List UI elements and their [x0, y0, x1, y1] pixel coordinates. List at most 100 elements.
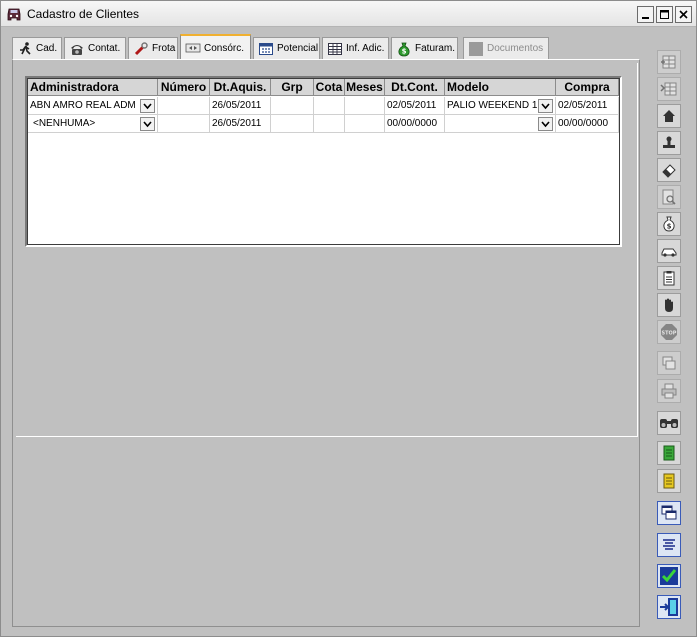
align-center-icon — [663, 539, 675, 550]
chevron-down-icon — [541, 120, 550, 127]
car-icon — [661, 248, 677, 257]
row2-modelo-dropdown[interactable] — [538, 117, 553, 131]
tab-cad-label: Cad. — [36, 43, 58, 54]
hand-icon — [665, 298, 673, 312]
money-bag-icon: $ — [663, 216, 675, 232]
windows-icon — [661, 505, 677, 520]
row2-compra[interactable]: 00/00/0000 — [556, 115, 619, 133]
copy-button[interactable] — [657, 351, 681, 375]
tab-faturam[interactable]: $ Faturam. — [391, 37, 458, 59]
row2-numero[interactable] — [158, 115, 210, 133]
tab-cad[interactable]: Cad. — [12, 37, 62, 59]
row1-cota[interactable] — [314, 97, 345, 115]
home-button[interactable] — [657, 104, 681, 128]
consortium-grid[interactable]: Administradora Número Dt.Aquis. Grp Cota… — [25, 76, 622, 247]
money-bag-icon: $ — [398, 42, 410, 56]
col-header-cota[interactable]: Cota — [314, 79, 345, 96]
row1-compra[interactable]: 02/05/2011 — [556, 97, 619, 115]
row1-numero[interactable] — [158, 97, 210, 115]
stop-button[interactable]: STOP — [657, 320, 681, 344]
row1-dt-cont[interactable]: 02/05/2011 — [385, 97, 445, 115]
row1-administradora[interactable]: ABN AMRO REAL ADM — [28, 97, 158, 115]
hand-button[interactable] — [657, 293, 681, 317]
money-bag-button[interactable]: $ — [657, 212, 681, 236]
add-row-button[interactable] — [657, 50, 681, 74]
tab-inf-adic[interactable]: Inf. Adic. — [322, 37, 389, 59]
exit-door-icon — [660, 598, 678, 616]
row2-meses[interactable] — [345, 115, 385, 133]
running-person-icon — [20, 41, 31, 55]
row1-grp[interactable] — [271, 97, 314, 115]
eraser-button[interactable] — [657, 158, 681, 182]
col-header-compra[interactable]: Compra — [556, 79, 619, 96]
maximize-button[interactable] — [656, 6, 673, 23]
tab-frota[interactable]: Frota — [128, 37, 178, 59]
window-title: Cadastro de Clientes — [27, 7, 140, 21]
chevron-down-icon — [143, 120, 152, 127]
add-row-icon — [661, 55, 676, 69]
grid-icon — [328, 42, 342, 55]
green-doc-button[interactable] — [657, 441, 681, 465]
insert-row-icon — [660, 82, 677, 96]
row1-modelo-dropdown[interactable] — [538, 99, 553, 113]
windows-button[interactable] — [657, 501, 681, 525]
car-button[interactable] — [657, 239, 681, 263]
search-document-icon — [662, 189, 676, 205]
tab-potencial[interactable]: Potencial — [253, 37, 320, 59]
tab-consorc-label: Consórc. — [204, 42, 245, 54]
search-document-button[interactable] — [657, 185, 681, 209]
calendar-icon — [259, 42, 273, 55]
minimize-icon — [642, 17, 649, 19]
wrench-icon — [134, 41, 148, 55]
copy-icon — [662, 356, 676, 370]
grid-frame: Administradora Número Dt.Aquis. Grp Cota… — [27, 78, 620, 245]
insert-row-button[interactable] — [657, 77, 681, 101]
row1-meses[interactable] — [345, 97, 385, 115]
document-icon — [469, 41, 483, 56]
confirm-button[interactable] — [657, 564, 681, 588]
confirm-check-icon — [660, 567, 678, 585]
tab-consorc[interactable]: Consórc. — [180, 34, 251, 60]
row2-cota[interactable] — [314, 115, 345, 133]
exit-button[interactable] — [657, 595, 681, 619]
col-header-numero[interactable]: Número — [158, 79, 210, 96]
row1-administradora-dropdown[interactable] — [140, 99, 155, 113]
align-center-button[interactable] — [657, 533, 681, 557]
binoculars-icon — [660, 419, 678, 428]
tab-contat-label: Contat. — [88, 43, 121, 54]
stamp-icon — [663, 136, 675, 148]
maximize-icon — [660, 10, 669, 19]
tab-potencial-label: Potencial — [277, 43, 319, 54]
print-button[interactable] — [657, 379, 681, 403]
row2-dt-cont[interactable]: 00/00/0000 — [385, 115, 445, 133]
clipboard-icon — [663, 271, 675, 286]
minimize-button[interactable] — [637, 6, 654, 23]
binoculars-button[interactable] — [657, 411, 681, 435]
row2-administradora-dropdown[interactable] — [140, 117, 155, 131]
clipboard-button[interactable] — [657, 266, 681, 290]
col-header-modelo[interactable]: Modelo — [445, 79, 556, 96]
close-button[interactable] — [675, 6, 692, 23]
col-header-administradora[interactable]: Administradora — [28, 79, 158, 96]
row2-administradora[interactable]: <NENHUMA> — [28, 115, 158, 133]
chevron-down-icon — [541, 102, 550, 109]
col-header-meses[interactable]: Meses — [345, 79, 385, 96]
row2-grp[interactable] — [271, 115, 314, 133]
svg-text:STOP: STOP — [662, 331, 677, 337]
col-header-grp[interactable]: Grp — [271, 79, 314, 96]
home-icon — [663, 110, 675, 122]
stamp-button[interactable] — [657, 131, 681, 155]
chevron-down-icon — [143, 102, 152, 109]
title-bar: Cadastro de Clientes — [1, 1, 696, 27]
print-icon — [661, 383, 677, 399]
col-header-dt-cont[interactable]: Dt.Cont. — [385, 79, 445, 96]
svg-text:$: $ — [402, 47, 407, 55]
tab-frota-label: Frota — [152, 43, 176, 54]
tab-contat[interactable]: Contat. — [64, 37, 126, 59]
col-header-dt-aquis[interactable]: Dt.Aquis. — [210, 79, 271, 96]
tab-documentos[interactable]: Documentos — [463, 37, 549, 59]
row2-dt-aquis[interactable]: 26/05/2011 — [210, 115, 271, 133]
yellow-doc-button[interactable] — [657, 469, 681, 493]
row1-dt-aquis[interactable]: 26/05/2011 — [210, 97, 271, 115]
tab-panel: Administradora Número Dt.Aquis. Grp Cota… — [12, 59, 640, 627]
